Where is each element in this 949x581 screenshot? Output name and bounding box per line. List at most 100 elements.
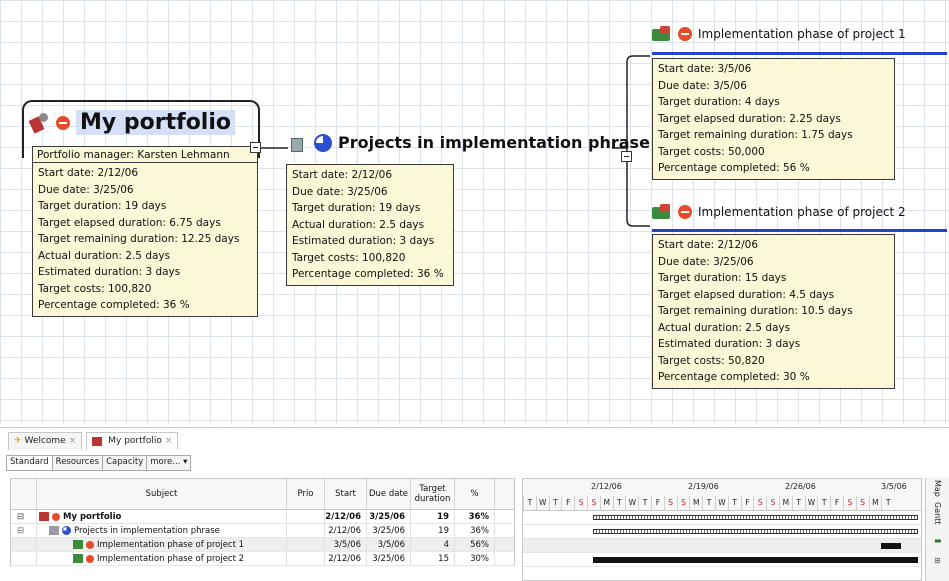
tab-welcome[interactable]: ✈ Welcome × (8, 431, 83, 450)
detail-line: Due date: 3/25/06 (292, 185, 388, 198)
editor-tabbar: ✈ Welcome × My portfolio × (0, 427, 949, 453)
sidebar-map-label[interactable]: Map (933, 480, 942, 497)
col-percent[interactable]: % (455, 479, 495, 509)
row-due: 3/5/06 (367, 538, 411, 551)
detail-line: Start date: 2/12/06 (658, 239, 759, 251)
grid-icon[interactable]: ⊞ (934, 556, 941, 565)
tab-my-portfolio[interactable]: My portfolio × (86, 431, 179, 450)
detail-line: Target duration: 19 days (292, 202, 421, 214)
gantt-day-label: S (753, 496, 766, 510)
gantt-day-label: T (638, 496, 651, 510)
gantt-day-label: M (689, 496, 702, 510)
impl1-underline (652, 52, 947, 55)
week-label: 2/19/06 (688, 482, 719, 491)
row-prio (287, 552, 325, 565)
chart-icon[interactable]: ▬ (934, 536, 942, 545)
view-tab-resources[interactable]: Resources (51, 455, 104, 471)
detail-line: Target costs: 100,820 (292, 251, 406, 264)
view-tab-standard[interactable]: Standard (6, 455, 53, 471)
gantt-task-bar[interactable] (881, 543, 901, 549)
status-dot-icon (56, 115, 70, 130)
portfolio-icon (30, 112, 50, 134)
close-icon[interactable]: × (69, 436, 77, 446)
portfolio-title[interactable]: My portfolio (76, 110, 236, 135)
gantt-day-label: W (714, 496, 728, 510)
col-subject[interactable]: Subject (37, 479, 287, 509)
col-prio[interactable]: Prio (287, 479, 325, 509)
row-start: 3/5/06 (325, 538, 367, 551)
detail-line: Target elapsed duration: 2.25 days (658, 112, 841, 125)
collapse-projects-toggle[interactable] (621, 151, 632, 162)
detail-line: Target elapsed duration: 4.5 days (658, 288, 835, 301)
projects-title[interactable]: Projects in implementation phrase (338, 133, 650, 152)
view-tab-more[interactable]: more... ▾ (146, 455, 192, 471)
row-percent: 36% (455, 510, 495, 523)
implementation-icon (652, 26, 672, 42)
table-row[interactable]: Implementation phase of project 1 3/5/06… (10, 538, 515, 552)
detail-line: Percentage completed: 36 % (38, 299, 190, 311)
view-sidebar: Map Gantt ▬ ⊞ (925, 478, 949, 581)
portfolio-node-title[interactable]: My portfolio (30, 110, 236, 135)
impl2-node-title[interactable]: Implementation phase of project 2 (652, 204, 906, 220)
gantt-day-label: T (548, 496, 562, 510)
tab-label: My portfolio (108, 436, 162, 446)
close-icon[interactable]: × (165, 436, 173, 446)
status-dot-icon (678, 27, 692, 41)
detail-line: Due date: 3/5/06 (658, 79, 747, 92)
row-subject: Implementation phase of project 1 (37, 538, 287, 551)
status-dot-icon (52, 512, 60, 521)
row-expander[interactable]: ⊟ (11, 510, 37, 523)
table-row[interactable]: ⊟ My portfolio 2/12/06 3/25/06 19 36% (10, 510, 515, 524)
gantt-day-label: W (625, 496, 638, 510)
detail-line: Target costs: 50,820 (658, 354, 765, 367)
detail-line: Target remaining duration: 10.5 days (658, 305, 853, 317)
gantt-day-label: M (868, 496, 882, 510)
row-percent: 56% (455, 538, 495, 551)
impl2-title[interactable]: Implementation phase of project 2 (698, 205, 906, 219)
project-group-icon (290, 134, 308, 152)
projects-node-title[interactable]: Projects in implementation phrase (290, 133, 650, 152)
impl1-node-title[interactable]: Implementation phase of project 1 (652, 26, 906, 42)
gantt-summary-bar[interactable] (593, 515, 918, 520)
col-due-date[interactable]: Due date (367, 479, 411, 509)
progress-clock-icon (314, 133, 332, 152)
detail-line: Estimated duration: 3 days (658, 338, 801, 350)
gantt-summary-bar[interactable] (593, 529, 918, 534)
subject-text: My portfolio (63, 511, 122, 522)
impl2-underline (652, 229, 947, 232)
detail-line: Estimated duration: 3 days (292, 235, 435, 247)
table-row[interactable]: ⊟ Projects in implementation phrase 2/12… (10, 524, 515, 538)
implementation-icon (73, 540, 83, 549)
gantt-task-bar[interactable] (593, 557, 918, 563)
detail-line: Target remaining duration: 12.25 days (38, 233, 240, 245)
gantt-day-label: W (804, 496, 818, 510)
tab-label: Welcome (24, 436, 66, 446)
gantt-chart[interactable]: 2/12/06 2/19/06 2/26/06 3/5/06 TWTFSSMTW… (522, 478, 922, 581)
row-prio (287, 510, 325, 523)
row-subject: Implementation phase of project 2 (37, 552, 287, 565)
gantt-day-label: F (561, 496, 574, 510)
row-expander[interactable]: ⊟ (11, 524, 37, 537)
row-handle (11, 538, 37, 551)
row-duration: 19 (411, 524, 455, 537)
row-percent: 30% (455, 552, 495, 565)
gantt-row (523, 525, 921, 539)
table-row[interactable]: Implementation phase of project 2 2/12/0… (10, 552, 515, 566)
mindmap-canvas[interactable]: My portfolio Portfolio manager: Karsten … (0, 0, 949, 425)
col-target-duration[interactable]: Target duration (411, 479, 455, 509)
view-tab-capacity[interactable]: Capacity (102, 455, 148, 471)
row-subject: My portfolio (37, 510, 287, 523)
header-spacer (11, 479, 37, 509)
row-subject: Projects in implementation phrase (37, 524, 287, 537)
week-label: 2/12/06 (591, 482, 622, 491)
collapse-portfolio-toggle[interactable] (250, 142, 261, 153)
impl1-title[interactable]: Implementation phase of project 1 (698, 27, 906, 41)
row-prio (287, 524, 325, 537)
impl1-details: Start date: 3/5/06 Due date: 3/5/06 Targ… (652, 58, 895, 180)
row-due: 3/25/06 (367, 524, 411, 537)
col-start[interactable]: Start (325, 479, 367, 509)
status-dot-icon (678, 205, 692, 219)
detail-line: Target duration: 19 days (38, 200, 167, 212)
detail-line: Target costs: 100,820 (38, 282, 152, 295)
sidebar-gantt-label[interactable]: Gantt (933, 502, 942, 524)
